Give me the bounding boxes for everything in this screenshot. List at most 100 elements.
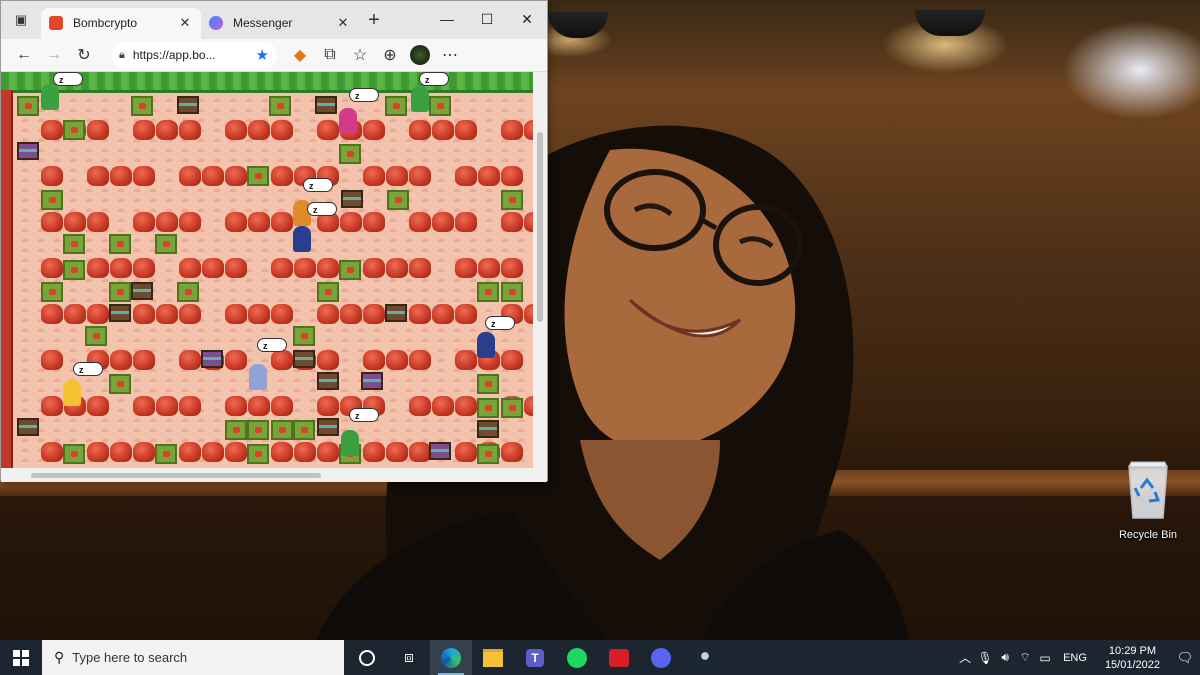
- rock-block: [179, 396, 201, 416]
- minimize-button[interactable]: —: [437, 11, 457, 27]
- rock-block: [225, 166, 247, 186]
- close-tab-icon[interactable]: ✕: [177, 15, 193, 31]
- tab-strip: ▣ Bombcrypto ✕ Messenger ✕ + — ☐ ✕: [1, 1, 547, 39]
- wifi-icon[interactable]: ⌔: [1015, 650, 1035, 665]
- tab-title: Messenger: [233, 16, 293, 30]
- treasure-chest: [317, 418, 339, 436]
- cortana-button[interactable]: [346, 640, 388, 675]
- rock-block: [271, 258, 293, 278]
- rock-block: [248, 304, 270, 324]
- rock-block: [363, 442, 385, 462]
- new-tab-button[interactable]: +: [359, 9, 389, 32]
- more-menu-button[interactable]: ⋯: [435, 45, 465, 65]
- crate-block: [293, 420, 315, 440]
- rock-block: [409, 120, 431, 140]
- crate-block: [385, 96, 407, 116]
- collections-icon[interactable]: ⊕: [375, 45, 405, 65]
- taskbar-search-box[interactable]: ⚲ Type here to search: [42, 640, 344, 675]
- treasure-chest: [429, 442, 451, 460]
- task-view-icon: ⧈: [404, 649, 414, 666]
- search-placeholder: Type here to search: [72, 650, 188, 665]
- vertical-scrollbar[interactable]: [533, 72, 547, 468]
- rock-block: [363, 350, 385, 370]
- treasure-chest: [17, 418, 39, 436]
- sleep-bubble: z: [485, 316, 515, 330]
- rock-block: [386, 258, 408, 278]
- ceiling-lamp: [548, 12, 608, 38]
- profile-avatar-icon[interactable]: [405, 45, 435, 65]
- sleep-bubble: z: [257, 338, 287, 352]
- rock-block: [64, 304, 86, 324]
- task-view-button[interactable]: ⧈: [388, 640, 430, 675]
- treasure-chest: [317, 372, 339, 390]
- crate-block: [339, 144, 361, 164]
- tab-messenger[interactable]: Messenger ✕: [201, 8, 359, 39]
- notifications-icon[interactable]: 🗨︎: [1170, 650, 1200, 666]
- tab-actions-icon[interactable]: ▣: [1, 12, 41, 28]
- taskbar-steam[interactable]: [682, 640, 724, 675]
- crate-block: [41, 190, 63, 210]
- crate-block: [429, 96, 451, 116]
- favorite-star-icon[interactable]: ★: [256, 46, 269, 64]
- ceiling-lamp: [915, 10, 985, 36]
- bombcrypto-game-canvas[interactable]: zzzzzzzzz: [1, 72, 533, 468]
- taskbar-file-explorer[interactable]: [472, 640, 514, 675]
- close-window-button[interactable]: ✕: [517, 11, 537, 28]
- taskbar-teams[interactable]: T: [514, 640, 556, 675]
- taskbar-garena[interactable]: [598, 640, 640, 675]
- address-bar[interactable]: 🔒︎ https://app.bo... ★: [111, 42, 277, 68]
- forward-button[interactable]: →: [39, 46, 69, 64]
- horizontal-scroll-thumb[interactable]: [31, 473, 321, 478]
- taskbar-spotify[interactable]: [556, 640, 598, 675]
- volume-icon[interactable]: 🔊︎: [995, 650, 1015, 665]
- rock-block: [225, 442, 247, 462]
- hero-character: [249, 364, 267, 390]
- rock-block: [524, 304, 533, 324]
- rock-block: [409, 166, 431, 186]
- rock-block: [248, 212, 270, 232]
- back-button[interactable]: ←: [9, 46, 39, 64]
- extensions-icon[interactable]: ⧉: [315, 46, 345, 64]
- discord-icon: [651, 647, 671, 668]
- horizontal-scrollbar[interactable]: [1, 468, 547, 482]
- rock-block: [409, 258, 431, 278]
- clock-date: 15/01/2022: [1104, 658, 1160, 671]
- crate-block: [477, 398, 499, 418]
- recycle-bin[interactable]: Recycle Bin: [1108, 458, 1188, 541]
- rock-block: [317, 350, 339, 370]
- rock-block: [87, 396, 109, 416]
- rock-block: [478, 166, 500, 186]
- rock-block: [156, 120, 178, 140]
- taskbar-discord[interactable]: [640, 640, 682, 675]
- rock-block: [409, 442, 431, 462]
- metamask-extension-icon[interactable]: ◆: [285, 45, 315, 65]
- hero-character: [339, 108, 357, 134]
- start-button[interactable]: [0, 640, 42, 675]
- vertical-scroll-thumb[interactable]: [537, 132, 543, 322]
- rock-block: [133, 350, 155, 370]
- messenger-favicon-icon: [209, 16, 223, 30]
- treasure-chest: [341, 190, 363, 208]
- tab-bombcrypto[interactable]: Bombcrypto ✕: [41, 7, 201, 39]
- microphone-icon[interactable]: 🎙︎: [975, 651, 995, 665]
- bombcrypto-favicon-icon: [49, 16, 63, 30]
- rock-block: [363, 304, 385, 324]
- language-indicator[interactable]: ENG: [1063, 652, 1087, 664]
- maximize-button[interactable]: ☐: [477, 11, 497, 28]
- treasure-chest: [201, 350, 223, 368]
- system-clock[interactable]: 10:29 PM 15/01/2022: [1105, 644, 1160, 672]
- sleep-bubble: z: [307, 202, 337, 216]
- rock-block: [225, 304, 247, 324]
- rock-block: [110, 258, 132, 278]
- battery-icon[interactable]: ▭: [1035, 651, 1055, 665]
- rock-block: [455, 350, 477, 370]
- treasure-chest: [177, 96, 199, 114]
- taskbar-edge[interactable]: [430, 640, 472, 675]
- rock-block: [455, 258, 477, 278]
- close-tab-icon[interactable]: ✕: [335, 15, 351, 31]
- refresh-button[interactable]: ↻: [69, 45, 99, 65]
- show-hidden-icons-chevron-icon[interactable]: ︿: [955, 649, 975, 666]
- rock-block: [271, 396, 293, 416]
- rock-block: [225, 396, 247, 416]
- favorites-icon[interactable]: ☆: [345, 45, 375, 65]
